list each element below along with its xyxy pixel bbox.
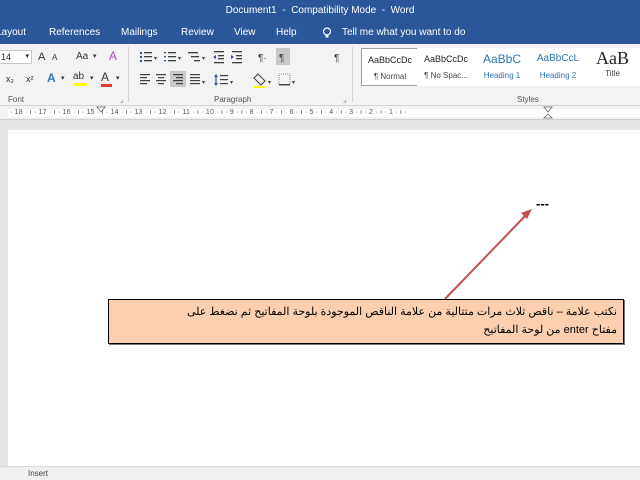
shrink-font-button[interactable]: A [52, 51, 57, 65]
ltr-icon[interactable]: ¶· [258, 53, 267, 64]
borders-icon[interactable] [278, 73, 291, 86]
insert-mode-indicator[interactable]: Insert [28, 469, 48, 478]
window-title: Document1 - Compatibility Mode - Word [225, 5, 415, 16]
typed-dashes: --- [536, 196, 549, 211]
shading-icon[interactable] [253, 73, 266, 88]
style-no-spacing[interactable]: AaBbCcDc ¶ No Spac... [417, 48, 475, 86]
clear-formatting-button[interactable]: A [109, 49, 117, 63]
tab-references[interactable]: References [49, 27, 100, 38]
font-size-input[interactable]: 14 ▾ [0, 50, 32, 64]
styles-group-label: Styles [517, 95, 539, 104]
tab-review[interactable]: Review [181, 27, 214, 38]
change-case-button[interactable]: Aa [76, 50, 88, 64]
ribbon-tabs: Layout References Mailings Review View H… [0, 22, 640, 44]
subscript-button[interactable]: x₂ [6, 72, 14, 86]
decrease-indent-icon[interactable] [213, 51, 224, 64]
tab-help[interactable]: Help [276, 27, 297, 38]
chevron-down-icon: ▾ [93, 53, 97, 60]
horizontal-ruler[interactable]: · 18 · ı · 17 · ı · 16 · ı · 15 · ı · 14… [0, 106, 640, 120]
align-left-icon[interactable] [140, 74, 150, 85]
status-bar: Insert [0, 466, 640, 480]
font-color-button[interactable]: A [101, 70, 112, 87]
svg-text:▾: ▾ [292, 80, 295, 86]
font-color-bar [101, 84, 112, 87]
svg-text:▾: ▾ [268, 80, 271, 86]
font-color-icon: A [101, 70, 110, 84]
superscript-button[interactable]: x² [26, 72, 34, 86]
style-title[interactable]: AaB Title [585, 48, 640, 86]
justify-icon[interactable] [190, 74, 200, 85]
line-spacing-icon[interactable] [214, 74, 228, 86]
callout-line-1: نكتب علامة – ناقص ثلاث مرات متتالية من ع… [186, 306, 617, 318]
ribbon: 14 ▾ A A Aa ▾ A x₂ x² A ▾ ab ▾ A ▾ Font ⌟… [0, 44, 640, 106]
paragraph-group-label: Paragraph [214, 95, 252, 104]
rtl-icon[interactable]: ¶ [279, 53, 284, 64]
tab-mailings[interactable]: Mailings [121, 27, 158, 38]
chevron-down-icon: ▾ [61, 75, 65, 82]
highlight-icon: ab [73, 71, 85, 82]
increase-indent-icon[interactable] [231, 51, 242, 64]
svg-text:▾: ▾ [154, 56, 157, 62]
chevron-down-icon: ▾ [25, 53, 29, 60]
bullets-icon[interactable] [139, 51, 152, 63]
tab-view[interactable]: View [234, 27, 256, 38]
svg-text:▾: ▾ [178, 56, 181, 62]
font-group-label: Font [8, 95, 25, 104]
lightbulb-icon[interactable] [322, 27, 332, 42]
tab-layout[interactable]: Layout [0, 27, 26, 38]
document-page[interactable] [8, 130, 640, 466]
font-dialog-launcher[interactable]: ⌟ [120, 96, 123, 104]
align-right-pressed-bg [170, 71, 186, 87]
text-effects-button[interactable]: A [47, 71, 56, 85]
grow-font-button[interactable]: A [38, 50, 45, 64]
svg-text:▾: ▾ [202, 56, 205, 62]
numbering-icon[interactable] [164, 52, 176, 62]
highlight-button[interactable]: ab [73, 70, 87, 86]
chevron-down-icon: ▾ [90, 75, 94, 82]
group-divider [128, 47, 129, 102]
paragraph-toolbar: ▾ ▾ ▾ ¶· ¶ ¶ ▾ ▾ ▾ ▾ [139, 48, 339, 88]
align-center-icon[interactable] [156, 74, 166, 85]
callout-line-2: مفتاح enter من لوحة المفاتيح [483, 324, 617, 336]
paragraph-dialog-launcher[interactable]: ⌟ [343, 96, 346, 104]
svg-text:▾: ▾ [202, 80, 205, 86]
right-indent-marker[interactable] [543, 106, 553, 120]
chevron-down-icon: ▾ [116, 75, 120, 82]
multilevel-list-icon[interactable] [188, 52, 200, 62]
highlight-color-bar [73, 83, 87, 86]
style-normal[interactable]: AaBbCcDc ¶ Normal [361, 48, 419, 86]
tell-me-search[interactable]: Tell me what you want to do [342, 27, 465, 38]
style-heading-2[interactable]: AaBbCcL Heading 2 [529, 48, 587, 86]
show-hide-marks-icon[interactable]: ¶ [334, 53, 339, 64]
svg-text:▾: ▾ [230, 80, 233, 86]
left-indent-marker[interactable] [96, 106, 106, 120]
instruction-callout: نكتب علامة – ناقص ثلاث مرات متتالية من ع… [108, 299, 624, 344]
group-divider [352, 47, 353, 102]
style-heading-1[interactable]: AaBbC Heading 1 [473, 48, 531, 86]
title-bar: Document1 - Compatibility Mode - Word [0, 0, 640, 22]
